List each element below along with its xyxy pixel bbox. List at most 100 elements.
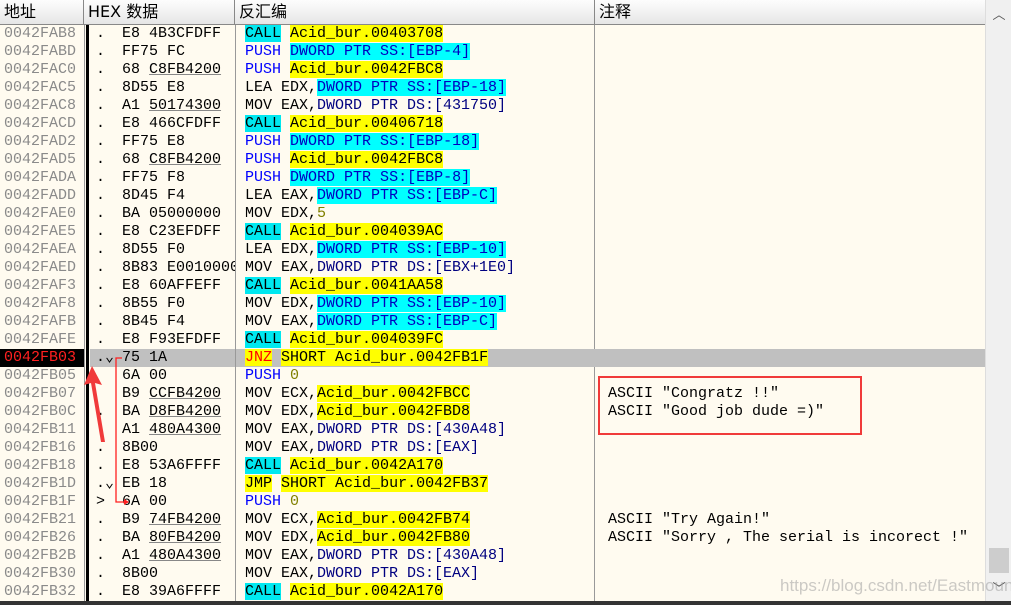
disasm-cell[interactable]: MOV EDX,Acid_bur.0042FB80: [236, 529, 595, 547]
hex-cell[interactable]: . FF75 E8: [90, 133, 235, 151]
disasm-cell[interactable]: CALL Acid_bur.004039AC: [236, 223, 595, 241]
address-cell[interactable]: 0042FB30: [0, 565, 84, 583]
disasm-cell[interactable]: JNZ SHORT Acid_bur.0042FB1F: [236, 349, 595, 367]
table-row[interactable]: 0042FB26. BA 80FB4200 MOV EDX,Acid_bur.00…: [0, 529, 985, 547]
comment-cell[interactable]: [595, 313, 985, 331]
address-cell[interactable]: 0042FAE0: [0, 205, 84, 223]
hex-cell[interactable]: . E8 53A6FFFF: [90, 457, 235, 475]
comment-cell[interactable]: [595, 349, 985, 367]
disasm-cell[interactable]: JMP SHORT Acid_bur.0042FB37: [236, 475, 595, 493]
hex-cell[interactable]: . 8B00: [90, 439, 235, 457]
address-cell[interactable]: 0042FAEA: [0, 241, 84, 259]
address-cell[interactable]: 0042FAD2: [0, 133, 84, 151]
disasm-cell[interactable]: CALL Acid_bur.0042A170: [236, 457, 595, 475]
table-row[interactable]: 0042FAB8 . E8 4B3CFDFF CALL Acid_bur.00403…: [0, 25, 985, 43]
hex-cell[interactable]: .⌄ 75 1A: [90, 349, 235, 367]
comment-cell[interactable]: ASCII "Try Again!": [595, 511, 985, 529]
hex-cell[interactable]: . 8D45 F4: [90, 187, 235, 205]
comment-cell[interactable]: [595, 439, 985, 457]
hex-cell[interactable]: . 68 C8FB4200: [90, 61, 235, 79]
chevron-up-icon[interactable]: ︿: [991, 4, 1007, 23]
table-row[interactable]: 0042FAE5 . E8 C23EFDFF CALL Acid_bur.00403…: [0, 223, 985, 241]
hex-cell[interactable]: . 8B00: [90, 565, 235, 583]
disasm-cell[interactable]: MOV EAX,DWORD PTR DS:[430A48]: [236, 547, 595, 565]
comment-cell[interactable]: [595, 277, 985, 295]
comment-cell[interactable]: [595, 259, 985, 277]
comment-cell[interactable]: [595, 25, 985, 43]
hex-cell[interactable]: . 68 C8FB4200: [90, 151, 235, 169]
hex-cell[interactable]: . E8 C23EFDFF: [90, 223, 235, 241]
disasm-cell[interactable]: PUSH 0: [236, 367, 595, 385]
comment-cell[interactable]: ASCII "Sorry , The serial is incorect !": [595, 529, 985, 547]
comment-cell[interactable]: [595, 79, 985, 97]
hex-cell[interactable]: . A1 50174300: [90, 97, 235, 115]
table-row[interactable]: 0042FAE0. BA 05000000 MOV EDX,5: [0, 205, 985, 223]
table-row[interactable]: 0042FB1D .⌄ EB 18 JMP SHORT Acid_bur.0042F…: [0, 475, 985, 493]
table-row[interactable]: 0042FB03 .⌄ 75 1A JNZ SHORT Acid_bur.0042F…: [0, 349, 985, 367]
address-cell[interactable]: 0042FB1D: [0, 475, 84, 493]
disasm-cell[interactable]: LEA EAX,DWORD PTR SS:[EBP-C]: [236, 187, 595, 205]
comment-cell[interactable]: [595, 331, 985, 349]
hex-cell[interactable]: . E8 4B3CFDFF: [90, 25, 235, 43]
disasm-cell[interactable]: PUSH 0: [236, 493, 595, 511]
hex-cell[interactable]: . FF75 F8: [90, 169, 235, 187]
comment-cell[interactable]: [595, 241, 985, 259]
hex-cell[interactable]: . 8B83 E0010000: [90, 259, 235, 277]
table-row[interactable]: 0042FADA. FF75 F8 PUSH DWORD PTR SS:[EBP-…: [0, 169, 985, 187]
hex-cell[interactable]: . 8B45 F4: [90, 313, 235, 331]
disasm-cell[interactable]: MOV EAX,DWORD PTR DS:[431750]: [236, 97, 595, 115]
table-row[interactable]: 0042FB16 . 8B00 MOV EAX,DWORD PTR DS:[EAX]: [0, 439, 985, 457]
scrollbar-thumb[interactable]: [989, 548, 1009, 573]
disasm-cell[interactable]: MOV EAX,DWORD PTR DS:[EBX+1E0]: [236, 259, 595, 277]
column-address[interactable]: 地址: [0, 0, 84, 24]
comment-cell[interactable]: [595, 169, 985, 187]
address-cell[interactable]: 0042FB18: [0, 457, 84, 475]
disasm-cell[interactable]: PUSH DWORD PTR SS:[EBP-18]: [236, 133, 595, 151]
hex-cell[interactable]: . E8 466CFDFF: [90, 115, 235, 133]
hex-cell[interactable]: . A1 480A4300: [90, 547, 235, 565]
address-cell[interactable]: 0042FAFB: [0, 313, 84, 331]
table-row[interactable]: 0042FABD. FF75 FC PUSH DWORD PTR SS:[EBP-…: [0, 43, 985, 61]
table-row[interactable]: 0042FB18 . E8 53A6FFFF CALL Acid_bur.0042A…: [0, 457, 985, 475]
comment-cell[interactable]: [595, 547, 985, 565]
table-row[interactable]: 0042FADD. 8D45 F4 LEA EAX,DWORD PTR SS:[E…: [0, 187, 985, 205]
hex-cell[interactable]: . FF75 FC: [90, 43, 235, 61]
vertical-scrollbar[interactable]: ︿ ﹀: [985, 0, 1011, 605]
disasm-cell[interactable]: CALL Acid_bur.004039FC: [236, 331, 595, 349]
address-cell[interactable]: 0042FAD5: [0, 151, 84, 169]
disasm-cell[interactable]: LEA EDX,DWORD PTR SS:[EBP-18]: [236, 79, 595, 97]
hex-cell[interactable]: . BA D8FB4200: [90, 403, 235, 421]
comment-cell[interactable]: [595, 97, 985, 115]
hex-cell[interactable]: . 8D55 F0: [90, 241, 235, 259]
column-hex[interactable]: HEX 数据: [84, 0, 235, 24]
address-cell[interactable]: 0042FAC5: [0, 79, 84, 97]
hex-cell[interactable]: 6A 00: [90, 367, 235, 385]
disasm-cell[interactable]: MOV EDX,DWORD PTR SS:[EBP-10]: [236, 295, 595, 313]
disasm-cell[interactable]: MOV EDX,Acid_bur.0042FBD8: [236, 403, 595, 421]
disasm-cell[interactable]: PUSH Acid_bur.0042FBC8: [236, 61, 595, 79]
disasm-cell[interactable]: CALL Acid_bur.00403708: [236, 25, 595, 43]
comment-cell[interactable]: [595, 187, 985, 205]
table-row[interactable]: 0042FAFE. E8 F93EFDFF CALL Acid_bur.00403…: [0, 331, 985, 349]
address-cell[interactable]: 0042FAE5: [0, 223, 84, 241]
hex-cell[interactable]: B9 CCFB4200: [90, 385, 235, 403]
hex-cell[interactable]: . E8 39A6FFFF: [90, 583, 235, 601]
address-cell[interactable]: 0042FAED: [0, 259, 84, 277]
table-row[interactable]: 0042FACD. E8 466CFDFF CALL Acid_bur.00406…: [0, 115, 985, 133]
address-cell[interactable]: 0042FAF8: [0, 295, 84, 313]
disasm-cell[interactable]: CALL Acid_bur.00406718: [236, 115, 595, 133]
table-row[interactable]: 0042FAF8. 8B55 F0 MOV EDX,DWORD PTR SS:[E…: [0, 295, 985, 313]
address-cell[interactable]: 0042FB0C: [0, 403, 84, 421]
address-cell[interactable]: 0042FB07: [0, 385, 84, 403]
disasm-cell[interactable]: MOV EAX,DWORD PTR DS:[EAX]: [236, 439, 595, 457]
address-cell[interactable]: 0042FAB8: [0, 25, 84, 43]
address-cell[interactable]: 0042FAF3: [0, 277, 84, 295]
address-cell[interactable]: 0042FB26: [0, 529, 84, 547]
hex-cell[interactable]: . E8 60AFFEFF: [90, 277, 235, 295]
disasm-cell[interactable]: CALL Acid_bur.0041AA58: [236, 277, 595, 295]
address-cell[interactable]: 0042FAFE: [0, 331, 84, 349]
address-cell[interactable]: 0042FB32: [0, 583, 84, 601]
address-cell[interactable]: 0042FB16: [0, 439, 84, 457]
disassembly-listing[interactable]: 0042FAB8 . E8 4B3CFDFF CALL Acid_bur.00403…: [0, 25, 985, 601]
column-disasm[interactable]: 反汇编: [235, 0, 595, 24]
